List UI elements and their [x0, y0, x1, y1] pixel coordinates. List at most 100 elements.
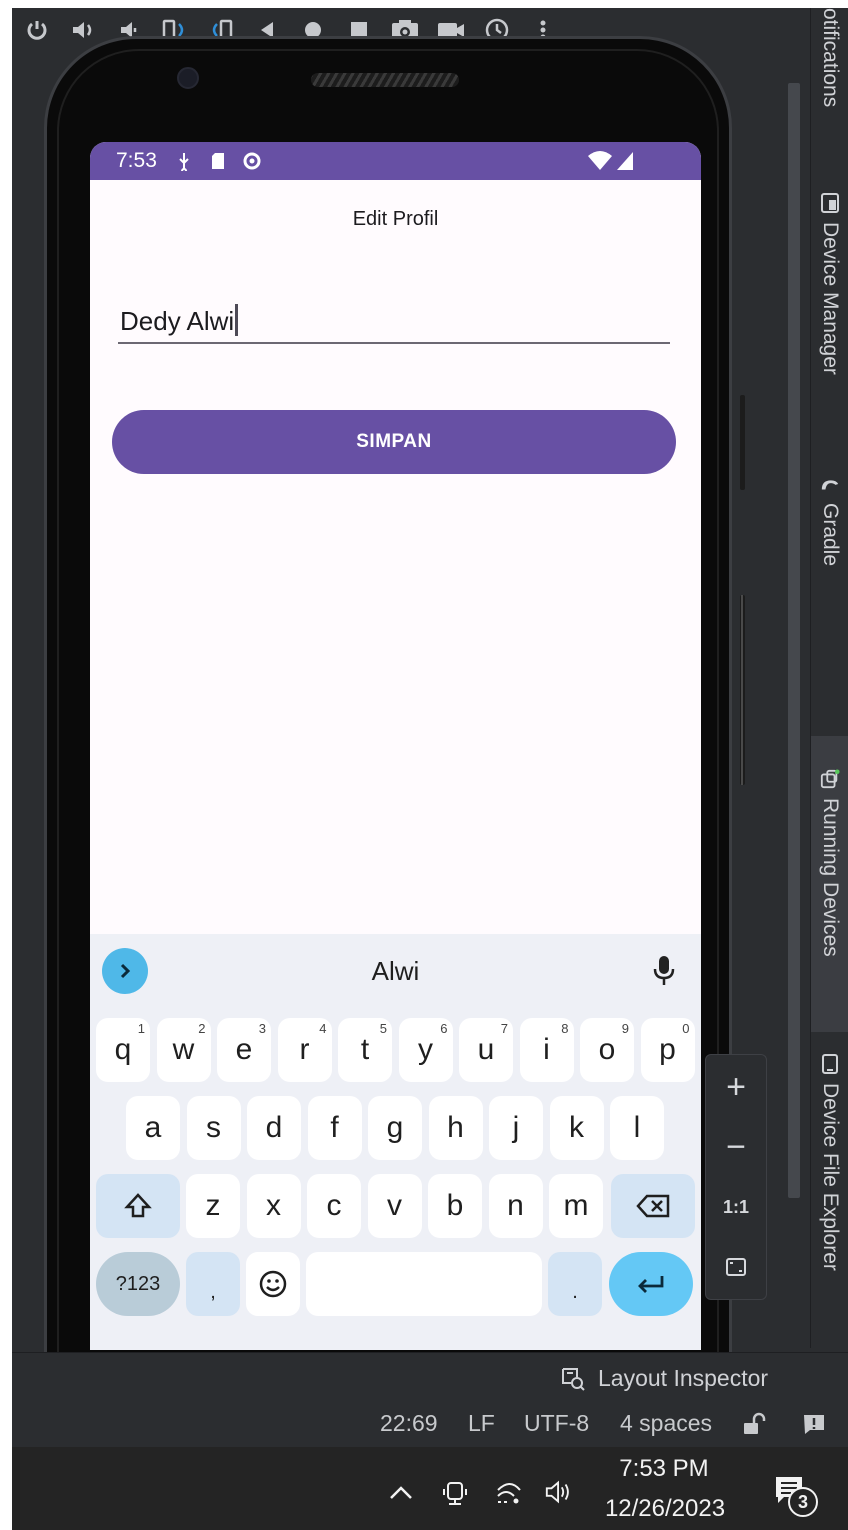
key-label: t [360, 1033, 370, 1066]
key-k[interactable]: k [549, 1096, 604, 1160]
windows-taskbar: 7:53 PM 12/26/2023 3 [12, 1447, 848, 1530]
tab-notifications-label: otifications [819, 8, 842, 108]
key-label: e [235, 1033, 253, 1066]
key-hint: 0 [682, 1021, 690, 1036]
comma-key[interactable]: , [186, 1252, 240, 1316]
keyboard-row-2: asdfghjkl [90, 1096, 701, 1160]
chevron-up-icon[interactable] [386, 1477, 416, 1507]
symbols-key[interactable]: ?123 [96, 1252, 180, 1316]
meet-now-icon[interactable] [440, 1477, 470, 1507]
indent-setting[interactable]: 4 spaces [620, 1410, 712, 1437]
key-t[interactable]: t5 [338, 1018, 392, 1082]
layout-inspector-button[interactable]: Layout Inspector [560, 1365, 768, 1392]
key-f[interactable]: f [307, 1096, 362, 1160]
speaker-grille [311, 73, 459, 87]
key-hint: 1 [137, 1021, 145, 1036]
key-i[interactable]: i8 [519, 1018, 574, 1082]
key-h[interactable]: h [428, 1096, 483, 1160]
problems-icon[interactable] [802, 1412, 826, 1442]
emulator-scrollbar[interactable] [788, 83, 800, 1198]
usb-icon [173, 150, 195, 172]
screen-root: otifications Device Manager Gradle Runni… [0, 0, 848, 1530]
line-ending[interactable]: LF [468, 1410, 495, 1437]
layout-inspector-icon [562, 1367, 585, 1391]
microphone-icon[interactable] [652, 954, 676, 988]
key-z[interactable]: z [186, 1174, 240, 1238]
tab-running-devices-label: Running Devices [819, 798, 842, 957]
key-u[interactable]: u7 [459, 1018, 513, 1082]
page-title: Edit Profil [352, 208, 439, 230]
taskbar-clock-time[interactable]: 7:53 PM [608, 1455, 720, 1483]
caret-position[interactable]: 22:69 [380, 1410, 438, 1437]
zoom-out-button[interactable]: − [706, 1117, 766, 1177]
key-a[interactable]: a [126, 1096, 180, 1160]
backspace-key[interactable] [611, 1174, 695, 1238]
key-label: o [598, 1033, 616, 1066]
notification-count-badge: 3 [788, 1487, 818, 1517]
key-label: p [659, 1033, 676, 1066]
key-hint: 5 [379, 1021, 387, 1036]
word-suggestion[interactable]: Alwi [90, 956, 701, 987]
emoji-key[interactable] [246, 1252, 300, 1316]
fit-screen-button[interactable] [706, 1237, 766, 1297]
tab-gradle[interactable]: Gradle [811, 473, 848, 566]
power-icon[interactable] [14, 15, 60, 45]
key-hint: 8 [561, 1021, 569, 1036]
file-encoding[interactable]: UTF-8 [524, 1410, 589, 1437]
key-y[interactable]: y6 [398, 1018, 453, 1082]
tab-device-manager[interactable]: Device Manager [811, 192, 848, 375]
period-key[interactable]: . [548, 1252, 602, 1316]
space-key[interactable] [306, 1252, 542, 1316]
shift-key[interactable] [96, 1174, 180, 1238]
emulator-zoom-panel: + − 1:1 [705, 1054, 767, 1300]
phone-side-button-long [740, 595, 745, 785]
key-s[interactable]: s [186, 1096, 241, 1160]
tab-running-devices[interactable]: Running Devices [811, 736, 848, 1032]
gradle-icon [820, 473, 840, 495]
key-p[interactable]: p0 [640, 1018, 695, 1082]
volume-up-icon[interactable] [60, 15, 106, 45]
key-j[interactable]: j [489, 1096, 543, 1160]
key-m[interactable]: m [549, 1174, 603, 1238]
key-label: r [299, 1033, 310, 1066]
key-hint: 4 [319, 1021, 327, 1036]
comma-key-label: , [210, 1280, 216, 1303]
device-manager-icon [820, 192, 840, 214]
name-input-value: Dedy Alwi [120, 304, 239, 337]
unlock-icon[interactable] [742, 1412, 768, 1442]
name-input[interactable]: Dedy Alwi [118, 292, 670, 344]
enter-key[interactable] [609, 1252, 693, 1316]
key-e[interactable]: e3 [217, 1018, 271, 1082]
taskbar-clock-date[interactable]: 12/26/2023 [600, 1495, 730, 1523]
speaker-icon[interactable] [544, 1477, 574, 1507]
enter-icon [638, 1276, 664, 1293]
key-w[interactable]: w2 [156, 1018, 211, 1082]
zoom-in-button[interactable]: + [706, 1057, 766, 1117]
shift-icon [124, 1193, 152, 1218]
key-l[interactable]: l [610, 1096, 664, 1160]
keyboard-row-3: zxcvbnm [90, 1174, 701, 1238]
key-hint: 6 [440, 1021, 448, 1036]
key-d[interactable]: d [247, 1096, 301, 1160]
sync-icon [241, 150, 263, 172]
tab-notifications[interactable]: otifications [811, 8, 848, 107]
fit-screen-icon [726, 1258, 746, 1276]
key-n[interactable]: n [488, 1174, 543, 1238]
network-icon[interactable] [494, 1477, 524, 1507]
key-r[interactable]: r4 [277, 1018, 332, 1082]
key-v[interactable]: v [367, 1174, 422, 1238]
key-o[interactable]: o9 [580, 1018, 634, 1082]
key-x[interactable]: x [246, 1174, 301, 1238]
key-label: u [477, 1033, 495, 1066]
save-button[interactable]: SIMPAN [112, 410, 676, 474]
key-q[interactable]: q1 [96, 1018, 150, 1082]
soft-keyboard: Alwi q1w2e3r4t5y6u7i8o9p0 asdfghjkl zxcv… [90, 934, 701, 1350]
tab-device-file-explorer[interactable]: Device File Explorer [811, 1053, 848, 1271]
key-c[interactable]: c [307, 1174, 361, 1238]
key-label: w [172, 1033, 195, 1066]
key-b[interactable]: b [428, 1174, 482, 1238]
text-caret [235, 304, 239, 336]
actual-size-button[interactable]: 1:1 [706, 1177, 766, 1237]
key-label: y [418, 1033, 433, 1066]
key-g[interactable]: g [368, 1096, 422, 1160]
